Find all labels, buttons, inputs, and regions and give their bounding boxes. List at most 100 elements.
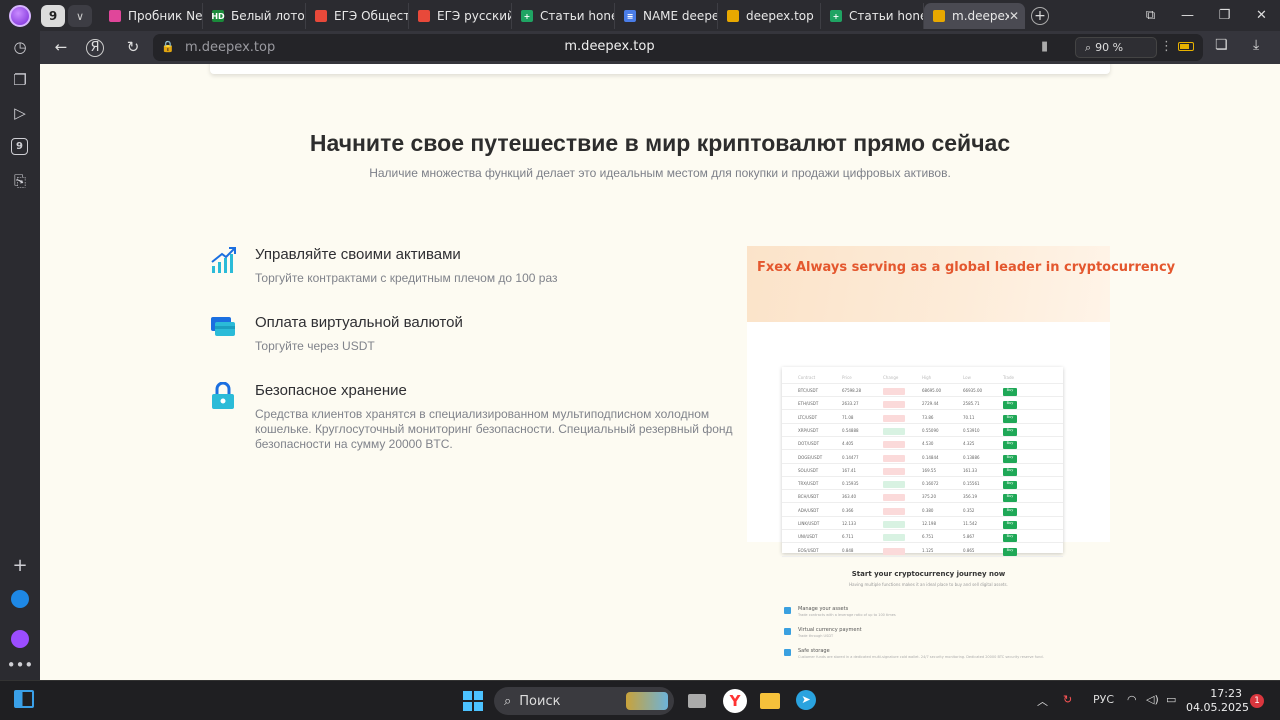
tabs-count-sidebar-icon[interactable]: 9 [11, 138, 28, 155]
mini-buy-button: Buy [1003, 388, 1017, 396]
back-button[interactable]: ← [51, 38, 71, 56]
messenger-icon[interactable] [10, 589, 30, 609]
tab-2[interactable]: ЕГЭ Общест [306, 3, 409, 29]
profile-avatar[interactable] [9, 5, 31, 27]
collections-icon[interactable]: ⧉ [1132, 8, 1169, 23]
widgets-icon[interactable] [14, 690, 36, 712]
tabs-dropdown-button[interactable]: ∨ [68, 5, 92, 27]
collections-sidebar-icon[interactable]: ❐ [10, 70, 30, 90]
mini-cell-price: 0.54888 [842, 427, 859, 433]
tab-0[interactable]: Пробник Ne [100, 3, 203, 29]
tab-title: ЕГЭ русский [437, 9, 511, 23]
windows-start-icon[interactable] [462, 690, 484, 712]
history-icon[interactable]: ◷ [10, 37, 30, 57]
alice-icon[interactable] [10, 629, 30, 649]
mini-buy-button: Buy [1003, 427, 1017, 436]
restore-button[interactable]: ❐ [1206, 8, 1243, 23]
tray-chevron-icon[interactable]: ︿ [1037, 693, 1048, 709]
preview-screenshot: Contract Price Change High Low Trade BTC/USDT 6… [747, 322, 1110, 557]
wifi-icon[interactable]: ◠ [1127, 693, 1137, 706]
mini-table-header: Contract Price Change High Low Trade [782, 371, 1063, 384]
mini-market-table: Contract Price Change High Low Trade BTC/USDT 6… [782, 367, 1063, 557]
tab-1[interactable]: HD Белый лотос [203, 3, 306, 29]
page-headline: Начните свое путешествие в мир криптовал… [309, 130, 1011, 156]
taskbar-search[interactable]: ⌕ Поиск [494, 687, 674, 715]
mini-change-badge [883, 507, 905, 515]
extensions-icon[interactable]: ❏ [1215, 37, 1228, 53]
mini-cell-low: 2585.71 [963, 401, 980, 407]
clock-date: 04.05.2025 [1186, 701, 1249, 714]
tab-6[interactable]: deepex.top [718, 3, 821, 29]
battery-icon[interactable]: ▭ [1166, 693, 1176, 706]
mini-header-cell: Contract [798, 375, 816, 380]
mini-cell-price: 363.40 [842, 494, 856, 500]
telegram-icon[interactable]: ➤ [796, 690, 818, 712]
yandex-browser-icon[interactable]: Y [723, 689, 747, 713]
omnibox-menu-icon[interactable]: ⋮ [1160, 39, 1173, 54]
mini-cell-low: 4.325 [963, 441, 975, 447]
mini-feature-desc: Customer funds are stored in a dedicated… [798, 655, 1044, 659]
mini-buy-button: Buy [1003, 534, 1017, 543]
tab-4[interactable]: + Статьи hone [512, 3, 615, 29]
volume-icon[interactable]: ◁) [1146, 693, 1159, 706]
mini-change-badge [883, 521, 905, 528]
mini-header-cell: Change [883, 375, 899, 380]
tab-count-button[interactable]: 9 [41, 5, 65, 27]
reload-button[interactable]: ↻ [123, 38, 143, 56]
mini-cell-low: 0.865 [963, 547, 975, 553]
file-explorer-icon[interactable] [760, 690, 782, 712]
screenshot-icon[interactable]: ⎘ [10, 171, 30, 191]
mini-cell-pair: BTC/USDT [798, 388, 819, 393]
feature-title: Оплата виртуальной валютой [255, 314, 463, 331]
mini-feature-title: Virtual currency payment [798, 627, 862, 633]
language-indicator[interactable]: РУС [1093, 693, 1114, 706]
mini-change-badge [883, 547, 905, 555]
mini-buy-button: Buy [1003, 494, 1017, 503]
mini-cell-low: 0.53910 [963, 427, 980, 433]
close-tab-icon[interactable]: ✕ [1009, 9, 1019, 23]
mini-cell-low: 0.13886 [963, 454, 980, 460]
zoom-indicator[interactable]: ⌕ 90 % [1075, 37, 1157, 58]
yandex-icon[interactable]: Я [86, 39, 104, 57]
mini-header-cell: Price [842, 375, 852, 380]
mini-change-badge [883, 481, 905, 489]
minimize-button[interactable]: — [1169, 8, 1206, 23]
battery-saver-icon[interactable] [1178, 42, 1194, 51]
tab-7[interactable]: + Статьи hone [821, 3, 924, 29]
bookmark-icon[interactable]: ▮ [1041, 39, 1048, 54]
promo-banner: Fxex Always serving as a global leader i… [747, 246, 1175, 322]
mini-buy-button: Buy [1003, 481, 1017, 490]
mini-cell-price: 0.848 [842, 547, 854, 553]
mini-cell-low: 0.352 [963, 507, 975, 513]
new-tab-button[interactable]: + [1031, 7, 1049, 25]
tab-title: m.deepex. [952, 9, 1009, 23]
mini-subtitle: Having multiple functions makes it an id… [849, 582, 1008, 587]
downloads-icon[interactable]: ⤓ [1253, 37, 1259, 53]
notification-badge[interactable]: 1 [1250, 694, 1264, 708]
play-icon[interactable]: ▷ [10, 103, 30, 123]
mini-cell-pair: TRX/USDT [798, 481, 819, 487]
tray-sync-icon[interactable]: ↻ [1063, 693, 1072, 706]
tab-3[interactable]: ЕГЭ русский [409, 3, 512, 29]
mini-table-row: BTC/USDT 67598.28 68695.00 66935.00 Buy [782, 384, 1063, 397]
mini-cell-high: 0.55090 [922, 427, 939, 433]
window-controls: ⧉ — ❐ ✕ [1132, 0, 1280, 31]
close-window-button[interactable]: ✕ [1243, 8, 1280, 23]
task-view-icon[interactable] [688, 690, 710, 712]
mini-cell-low: 11.542 [963, 521, 977, 526]
clock[interactable]: 17:23 04.05.2025 [1186, 687, 1249, 715]
tab-5[interactable]: ≡ NAME deepe [615, 3, 718, 29]
more-icon[interactable]: ••• [7, 655, 34, 675]
tab-8[interactable]: m.deepex.✕ [924, 3, 1025, 29]
mini-header-cell: Low [963, 375, 971, 380]
mini-buy-button: Buy [1003, 401, 1017, 410]
web-page: Начните свое путешествие в мир криптовал… [40, 64, 1280, 680]
tab-favicon-icon [109, 10, 121, 22]
add-panel-icon[interactable]: + [10, 555, 30, 576]
mini-buy-button: Buy [1003, 507, 1017, 516]
mini-table-row: LTC/USDT 71.08 73.86 70.11 Buy [782, 411, 1063, 424]
mini-cell-pair: ETH/USDT [798, 401, 819, 407]
feature-desc: Торгуйте через USDT [255, 339, 375, 353]
omnibox[interactable]: 🔒 m.deepex.top m.deepex.top ▮ ⌕ 90 % ⋮ [153, 34, 1203, 61]
mini-feature-desc: Trade through USDT [798, 634, 834, 638]
